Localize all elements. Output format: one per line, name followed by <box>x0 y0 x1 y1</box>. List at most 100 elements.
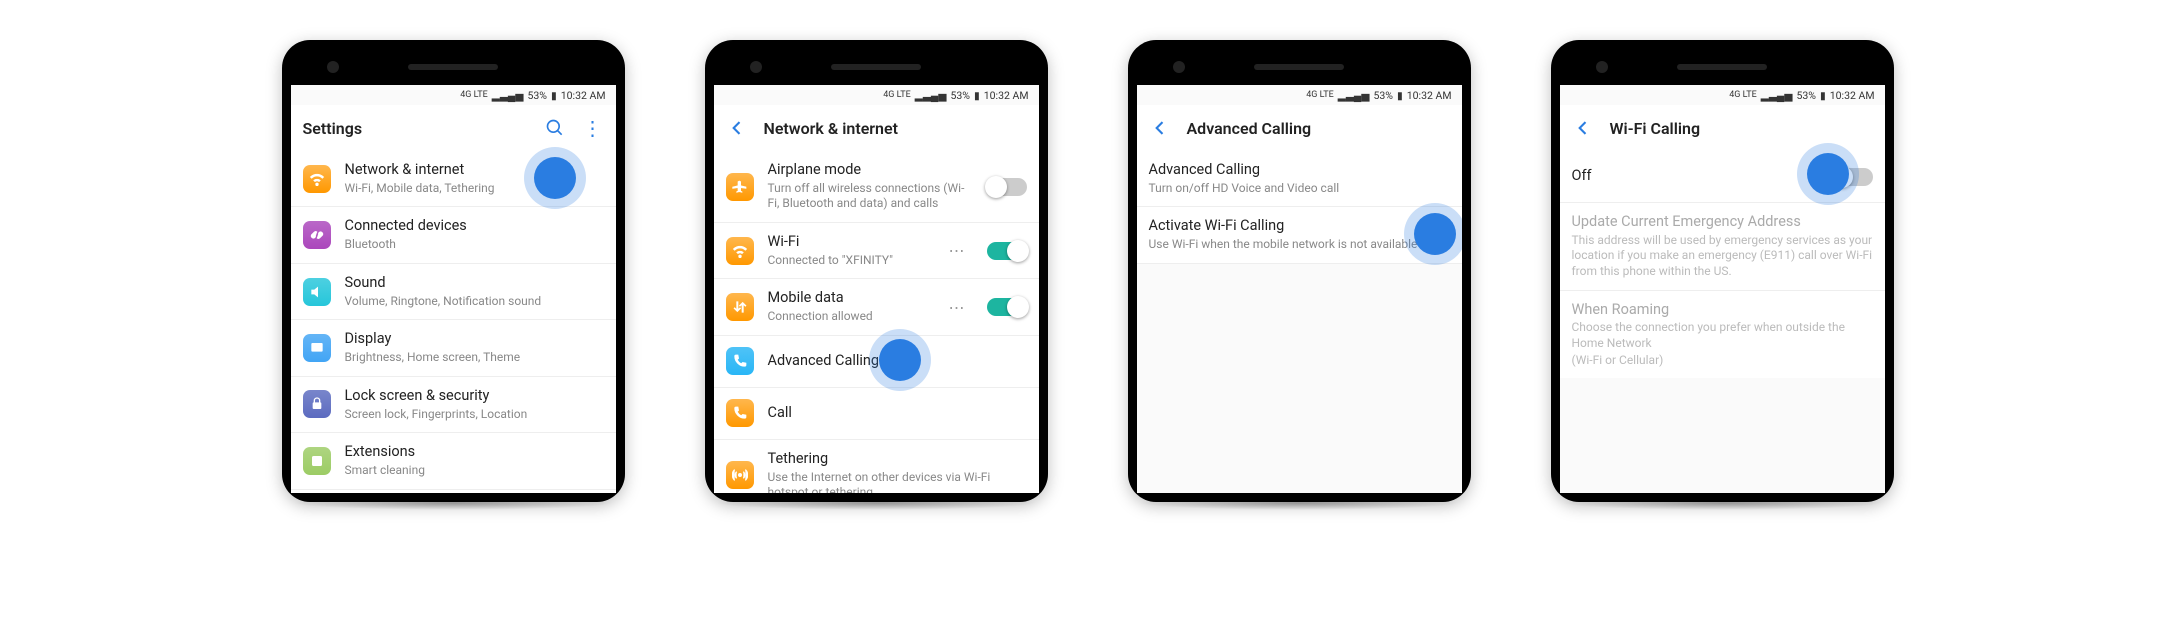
page-title: Settings <box>303 119 528 138</box>
row-wifi-calling-off[interactable]: Off <box>1560 151 1885 203</box>
row-network-internet[interactable]: Network & internetWi-Fi, Mobile data, Te… <box>291 151 616 207</box>
row-sub2: (Wi-Fi or Cellular) <box>1572 353 1873 369</box>
tap-indicator <box>1414 213 1456 255</box>
tethering-icon <box>726 461 754 489</box>
row-sub: Choose the connection you prefer when ou… <box>1572 320 1873 351</box>
link-icon <box>303 221 331 249</box>
row-title: Lock screen & security <box>345 387 604 406</box>
row-title: Wi-Fi <box>768 233 935 252</box>
back-icon[interactable] <box>1572 117 1594 139</box>
row-sub: Connection allowed <box>768 309 935 325</box>
display-icon <box>303 334 331 362</box>
tap-indicator <box>879 339 921 381</box>
app-bar: Advanced Calling <box>1137 105 1462 151</box>
phone-bezel <box>291 49 616 85</box>
row-sub: Bluetooth <box>345 237 604 253</box>
call-icon <box>726 399 754 427</box>
sound-icon <box>303 278 331 306</box>
back-icon[interactable] <box>726 117 748 139</box>
wifi-toggle[interactable] <box>987 242 1027 260</box>
status-bar: 4G LTE ▂▃▄▅ 53% ▮ 10:32 AM <box>714 85 1039 105</box>
network-list: Airplane modeTurn off all wireless conne… <box>714 151 1039 493</box>
row-sub: Screen lock, Fingerprints, Location <box>345 407 604 423</box>
row-title: Advanced Calling <box>1149 161 1450 180</box>
settings-list: Network & internetWi-Fi, Mobile data, Te… <box>291 151 616 493</box>
row-title: Activate Wi-Fi Calling <box>1149 217 1450 236</box>
row-apps-notifications[interactable]: Apps & notifications <box>291 490 616 493</box>
row-sub: Connected to "XFINITY" <box>768 253 935 269</box>
row-sub: Volume, Ringtone, Notification sound <box>345 294 604 310</box>
more-icon[interactable]: ⋯ <box>949 241 973 260</box>
wifi-icon <box>726 237 754 265</box>
row-sound[interactable]: SoundVolume, Ringtone, Notification soun… <box>291 264 616 320</box>
row-title: Airplane mode <box>768 161 973 180</box>
extensions-icon <box>303 447 331 475</box>
row-title: Update Current Emergency Address <box>1572 213 1873 232</box>
phone-bezel <box>714 49 1039 85</box>
phone-frame-4: 4G LTE ▂▃▄▅ 53% ▮ 10:32 AM Wi-Fi Calling… <box>1551 40 1894 502</box>
phone-frame-3: 4G LTE ▂▃▄▅ 53% ▮ 10:32 AM Advanced Call… <box>1128 40 1471 502</box>
app-bar: Network & internet <box>714 105 1039 151</box>
row-sub: Turn on/off HD Voice and Video call <box>1149 181 1450 197</box>
row-title: Call <box>768 404 1027 423</box>
airplane-toggle[interactable] <box>987 178 1027 196</box>
battery-icon: ▮ <box>551 89 557 102</box>
tap-indicator <box>534 157 576 199</box>
page-title: Wi-Fi Calling <box>1610 119 1873 138</box>
search-icon[interactable] <box>544 117 566 139</box>
phone-frame-1: 4G LTE ▂▃▄▅ 53% ▮ 10:32 AM Settings ⋮ Ne… <box>282 40 625 502</box>
row-activate-wifi-calling[interactable]: Activate Wi-Fi CallingUse Wi-Fi when the… <box>1137 207 1462 263</box>
status-bar: 4G LTE ▂▃▄▅ 53% ▮ 10:32 AM <box>1560 85 1885 105</box>
phone-bezel <box>1560 49 1885 85</box>
wifi-calling-list: Off Update Current Emergency AddressThis… <box>1560 151 1885 378</box>
battery-pct: 53% <box>527 89 547 102</box>
advanced-calling-icon <box>726 347 754 375</box>
row-mobile-data[interactable]: Mobile dataConnection allowed ⋯ <box>714 279 1039 335</box>
row-airplane-mode[interactable]: Airplane modeTurn off all wireless conne… <box>714 151 1039 223</box>
row-when-roaming: When RoamingChoose the connection you pr… <box>1560 291 1885 379</box>
row-sub: Use the Internet on other devices via Wi… <box>768 470 1027 493</box>
row-sub: This address will be used by emergency s… <box>1572 233 1873 280</box>
status-bar: 4G LTE ▂▃▄▅ 53% ▮ 10:32 AM <box>291 85 616 105</box>
row-sub: Use Wi-Fi when the mobile network is not… <box>1149 237 1450 253</box>
page-title: Network & internet <box>764 119 1027 138</box>
row-sub: Smart cleaning <box>345 463 604 479</box>
page-title: Advanced Calling <box>1187 119 1450 138</box>
row-title: Extensions <box>345 443 604 462</box>
carrier-label: 4G LTE <box>460 91 488 100</box>
row-tethering[interactable]: TetheringUse the Internet on other devic… <box>714 440 1039 493</box>
row-display[interactable]: DisplayBrightness, Home screen, Theme <box>291 320 616 376</box>
row-advanced-calling[interactable]: Advanced Calling <box>714 336 1039 388</box>
row-title: Connected devices <box>345 217 604 236</box>
mobile-data-icon <box>726 293 754 321</box>
row-extensions[interactable]: ExtensionsSmart cleaning <box>291 433 616 489</box>
signal-icon: ▂▃▄▅ <box>492 89 524 102</box>
wifi-icon <box>303 165 331 193</box>
row-lock-security[interactable]: Lock screen & securityScreen lock, Finge… <box>291 377 616 433</box>
more-icon[interactable]: ⋯ <box>949 298 973 317</box>
overflow-menu-icon[interactable]: ⋮ <box>582 117 604 139</box>
phone-frame-2: 4G LTE ▂▃▄▅ 53% ▮ 10:32 AM Network & int… <box>705 40 1048 502</box>
clock: 10:32 AM <box>561 89 606 102</box>
row-sub: Turn off all wireless connections (Wi-Fi… <box>768 181 973 212</box>
row-sub: Brightness, Home screen, Theme <box>345 350 604 366</box>
row-title: Off <box>1572 167 1819 186</box>
row-call[interactable]: Call <box>714 388 1039 440</box>
row-emergency-address: Update Current Emergency AddressThis add… <box>1560 203 1885 291</box>
row-advanced-calling-setting[interactable]: Advanced CallingTurn on/off HD Voice and… <box>1137 151 1462 207</box>
app-bar: Settings ⋮ <box>291 105 616 151</box>
row-connected-devices[interactable]: Connected devicesBluetooth <box>291 207 616 263</box>
row-title: When Roaming <box>1572 301 1873 320</box>
row-title: Mobile data <box>768 289 935 308</box>
row-wifi[interactable]: Wi-FiConnected to "XFINITY" ⋯ <box>714 223 1039 279</box>
mobiledata-toggle[interactable] <box>987 298 1027 316</box>
app-bar: Wi-Fi Calling <box>1560 105 1885 151</box>
back-icon[interactable] <box>1149 117 1171 139</box>
status-bar: 4G LTE ▂▃▄▅ 53% ▮ 10:32 AM <box>1137 85 1462 105</box>
tap-indicator <box>1807 153 1849 195</box>
row-title: Sound <box>345 274 604 293</box>
airplane-icon <box>726 173 754 201</box>
row-title: Display <box>345 330 604 349</box>
lock-icon <box>303 390 331 418</box>
phone-bezel <box>1137 49 1462 85</box>
